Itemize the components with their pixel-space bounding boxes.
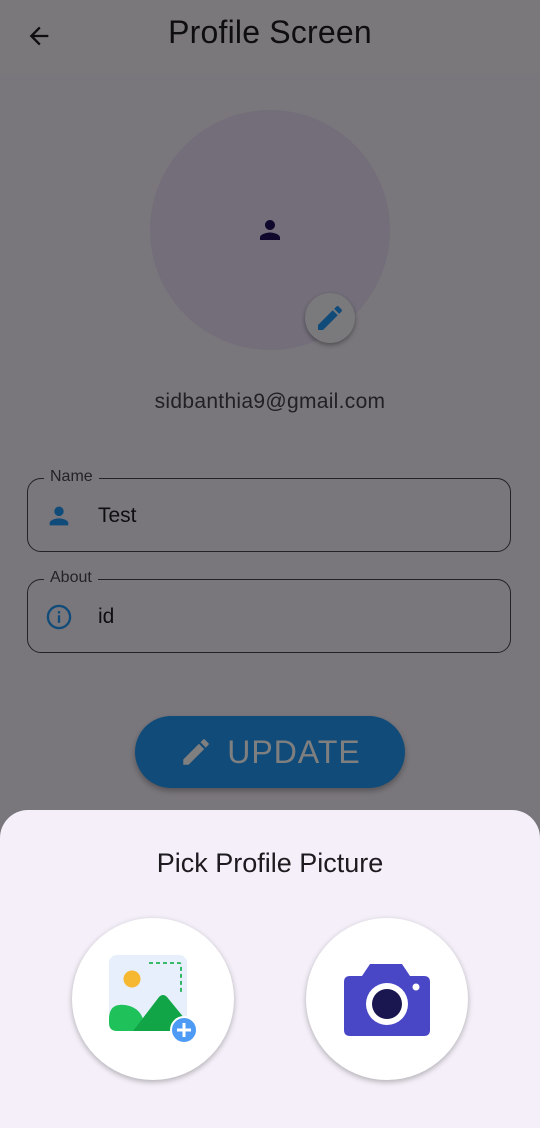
camera-button[interactable] bbox=[306, 918, 468, 1080]
camera-icon bbox=[344, 964, 430, 1036]
pick-picture-sheet: Pick Profile Picture bbox=[0, 810, 540, 1128]
image-add-icon bbox=[109, 955, 198, 1044]
sheet-title: Pick Profile Picture bbox=[156, 848, 384, 878]
gallery-button[interactable] bbox=[72, 918, 234, 1080]
